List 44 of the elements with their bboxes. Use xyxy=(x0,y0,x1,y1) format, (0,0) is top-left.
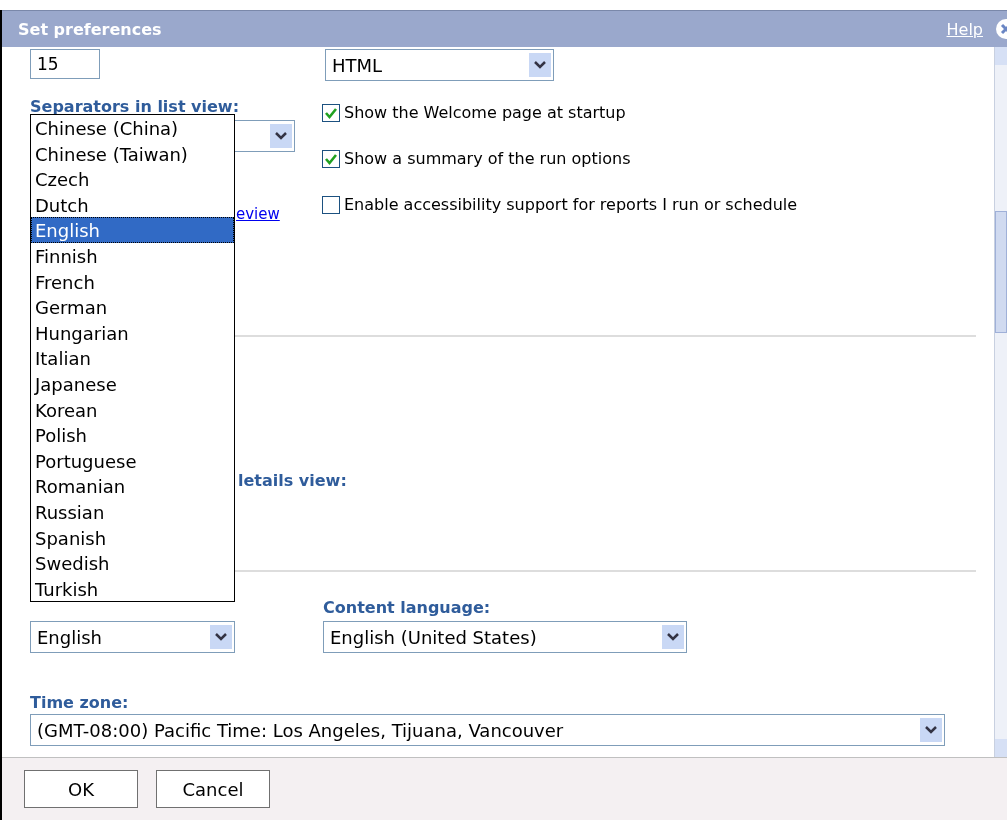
checkbox-label: Enable accessibility support for reports I run or schedule xyxy=(344,195,798,214)
dropdown-option[interactable]: Finnish xyxy=(31,242,234,269)
dropdown-option[interactable]: Chinese (Taiwan) xyxy=(31,140,234,167)
caret-icon xyxy=(210,625,232,649)
caret-icon xyxy=(529,53,551,77)
caret-icon xyxy=(270,124,292,148)
dropdown-option[interactable]: English xyxy=(31,217,234,243)
cancel-button[interactable]: Cancel xyxy=(156,770,270,808)
field-label: Time zone: xyxy=(30,693,129,712)
dropdown-option[interactable]: Italian xyxy=(31,345,234,371)
dropdown-option[interactable]: Russian xyxy=(31,498,234,525)
checkbox-label: Show a summary of the run options xyxy=(344,149,631,168)
dropdown-option[interactable]: French xyxy=(31,268,234,295)
dropdown-option[interactable]: Czech xyxy=(31,166,234,192)
entries-field[interactable]: 15 xyxy=(30,49,100,79)
dropdown-option[interactable]: Spanish xyxy=(31,524,234,551)
dropdown-option[interactable]: Chinese (China) xyxy=(31,115,234,141)
dropdown-option[interactable]: Japanese xyxy=(31,370,234,397)
dropdown-option[interactable]: Turkish xyxy=(31,575,234,602)
dropdown-option[interactable]: Hungarian xyxy=(31,319,234,346)
time-zone-select[interactable]: (GMT-08:00) Pacific Time: Los Angeles, Tijuana, Vancouver xyxy=(30,714,945,746)
caret-icon xyxy=(662,625,684,649)
checkbox[interactable] xyxy=(322,103,340,122)
checkbox-label: Show the Welcome page at startup xyxy=(344,103,626,122)
checkbox[interactable] xyxy=(322,149,340,168)
dropdown-option[interactable]: Swedish xyxy=(31,550,234,576)
content-language-select[interactable]: English (United States) xyxy=(323,621,687,653)
ok-button[interactable]: OK xyxy=(24,770,138,808)
checkbox[interactable] xyxy=(322,195,340,214)
product-language-select[interactable]: English xyxy=(30,621,235,653)
dropdown-option[interactable]: Portuguese xyxy=(31,447,234,474)
dropdown-option[interactable]: Korean xyxy=(31,396,234,423)
dropdown-option[interactable]: German xyxy=(31,294,234,320)
style-select[interactable]: HTML xyxy=(325,49,554,81)
dropdown-option[interactable]: Polish xyxy=(31,422,234,448)
field-label: Content language: xyxy=(323,598,491,617)
window-title: Set preferences xyxy=(18,19,163,39)
preview-link[interactable]: eview xyxy=(236,205,280,223)
dropdown-option[interactable]: Dutch xyxy=(31,191,234,218)
field-label: letails view: xyxy=(238,471,347,490)
field-label: Separators in list view: xyxy=(30,97,240,116)
dropdown-option[interactable]: Romanian xyxy=(31,473,234,499)
scrollbar[interactable] xyxy=(994,47,1007,757)
caret-icon xyxy=(920,718,942,742)
